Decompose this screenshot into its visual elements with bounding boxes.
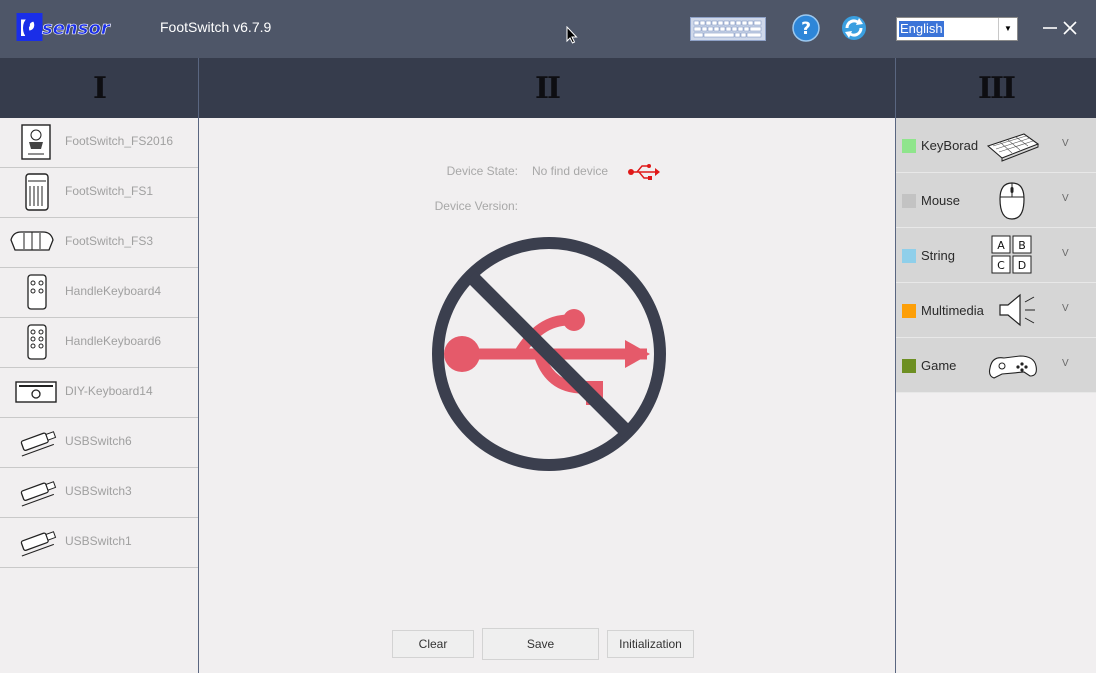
device-item-handle-keyboard4[interactable]: HandleKeyboard4 bbox=[0, 268, 198, 318]
keyboard-layout-icon bbox=[693, 20, 762, 38]
app-title: FootSwitch v6.7.9 bbox=[160, 19, 272, 35]
section-header-modes: III bbox=[896, 58, 1096, 118]
footswitch-fs3-icon bbox=[10, 231, 54, 251]
virtual-keyboard-button[interactable] bbox=[690, 17, 766, 41]
usb-switch-icon bbox=[20, 431, 57, 457]
device-item-usbswitch3[interactable]: USBSwitch3 bbox=[0, 468, 198, 518]
expand-chevron[interactable]: V bbox=[1062, 193, 1069, 204]
section-numeral: II bbox=[534, 70, 561, 106]
mode-label: Mouse bbox=[921, 193, 961, 208]
usb-status-icon bbox=[628, 164, 660, 180]
key-d-label: D bbox=[1018, 259, 1026, 272]
refresh-icon[interactable] bbox=[840, 14, 868, 42]
gamepad-icon bbox=[988, 355, 1037, 379]
device-status-panel: Device State: No find device Device Vers… bbox=[199, 118, 895, 673]
handle-keyboard6-icon bbox=[27, 324, 47, 360]
language-selected-value: English bbox=[899, 21, 944, 37]
device-label: HandleKeyboard4 bbox=[65, 284, 162, 298]
device-item-usbswitch6[interactable]: USBSwitch6 bbox=[0, 418, 198, 468]
svg-text:sensor: sensor bbox=[42, 18, 111, 39]
mouse-cursor-icon bbox=[566, 26, 578, 44]
mode-color-swatch bbox=[902, 304, 916, 318]
usb-disconnected-icon bbox=[432, 237, 666, 471]
key-b-label: B bbox=[1018, 239, 1026, 252]
device-label: FootSwitch_FS1 bbox=[65, 184, 154, 198]
device-item-diy-keyboard14[interactable]: DIY-Keyboard14 bbox=[0, 368, 198, 418]
usb-switch-icon bbox=[20, 481, 57, 507]
mode-item-multimedia[interactable]: Multimedia V bbox=[896, 283, 1096, 338]
minimize-icon[interactable] bbox=[1042, 18, 1058, 38]
close-icon[interactable] bbox=[1062, 18, 1078, 38]
device-item-footswitch-fs3[interactable]: FootSwitch_FS3 bbox=[0, 218, 198, 268]
mode-item-string[interactable]: String A B C D V bbox=[896, 228, 1096, 283]
expand-chevron[interactable]: V bbox=[1062, 358, 1069, 369]
mode-label: Multimedia bbox=[921, 303, 984, 318]
svg-text:?: ? bbox=[801, 19, 811, 39]
device-item-handle-keyboard6[interactable]: HandleKeyboard6 bbox=[0, 318, 198, 368]
title-bar: P sensor FootSwitch v6.7.9 ? English ▼ bbox=[0, 0, 1096, 58]
device-state-value: No find device bbox=[532, 164, 609, 178]
expand-chevron[interactable]: V bbox=[1062, 248, 1069, 259]
mode-item-game[interactable]: Game V bbox=[896, 338, 1096, 393]
mode-color-swatch bbox=[902, 249, 916, 263]
footswitch-fs1-icon bbox=[25, 173, 49, 211]
language-select[interactable]: English ▼ bbox=[896, 17, 1018, 41]
device-label: USBSwitch3 bbox=[65, 484, 132, 498]
dropdown-arrow-icon: ▼ bbox=[998, 18, 1017, 40]
device-list: FootSwitch_FS2016 FootSwitch_FS1 FootSwi… bbox=[0, 118, 198, 568]
mode-color-swatch bbox=[902, 359, 916, 373]
mode-color-swatch bbox=[902, 139, 916, 153]
mode-label: KeyBorad bbox=[921, 138, 979, 153]
section-header-devices: I bbox=[0, 58, 198, 118]
device-version-label: Device Version: bbox=[434, 199, 518, 213]
keyboard-icon bbox=[986, 133, 1040, 162]
section-numeral: III bbox=[977, 70, 1016, 106]
mouse-icon bbox=[999, 182, 1025, 220]
mode-list: KeyBorad V Mouse V String A B C D V Mult… bbox=[896, 118, 1096, 393]
diy-keyboard-icon bbox=[15, 381, 57, 403]
initialization-button[interactable]: Initialization bbox=[607, 630, 694, 658]
pcsensor-logo: P sensor bbox=[16, 13, 111, 42]
device-item-footswitch-fs1[interactable]: FootSwitch_FS1 bbox=[0, 168, 198, 218]
mode-item-mouse[interactable]: Mouse V bbox=[896, 173, 1096, 228]
mode-label: Game bbox=[921, 358, 957, 373]
expand-chevron[interactable]: V bbox=[1062, 303, 1069, 314]
footswitch-fs2016-icon bbox=[21, 124, 51, 160]
device-state-label: Device State: bbox=[446, 164, 518, 178]
expand-chevron[interactable]: V bbox=[1062, 138, 1069, 149]
device-label: HandleKeyboard6 bbox=[65, 334, 162, 348]
device-item-footswitch-fs2016[interactable]: FootSwitch_FS2016 bbox=[0, 118, 198, 168]
device-label: FootSwitch_FS3 bbox=[65, 234, 154, 248]
usb-switch-icon bbox=[20, 531, 57, 557]
device-item-usbswitch1[interactable]: USBSwitch1 bbox=[0, 518, 198, 568]
key-a-label: A bbox=[997, 239, 1005, 252]
section-header-status: II bbox=[199, 58, 895, 118]
mode-item-keyboard[interactable]: KeyBorad V bbox=[896, 118, 1096, 173]
device-label: DIY-Keyboard14 bbox=[65, 384, 153, 398]
device-label: USBSwitch1 bbox=[65, 534, 132, 548]
abcd-keys-icon: A B C D bbox=[991, 235, 1032, 274]
handle-keyboard4-icon bbox=[27, 274, 47, 310]
save-button[interactable]: Save bbox=[482, 628, 599, 660]
mode-color-swatch bbox=[902, 194, 916, 208]
help-icon[interactable]: ? bbox=[792, 14, 820, 42]
device-label: USBSwitch6 bbox=[65, 434, 132, 448]
speaker-icon bbox=[999, 293, 1035, 327]
section-numeral: I bbox=[92, 70, 107, 106]
key-c-label: C bbox=[997, 259, 1005, 272]
mode-label: String bbox=[921, 248, 955, 263]
clear-button[interactable]: Clear bbox=[392, 630, 474, 658]
device-label: FootSwitch_FS2016 bbox=[65, 134, 174, 148]
